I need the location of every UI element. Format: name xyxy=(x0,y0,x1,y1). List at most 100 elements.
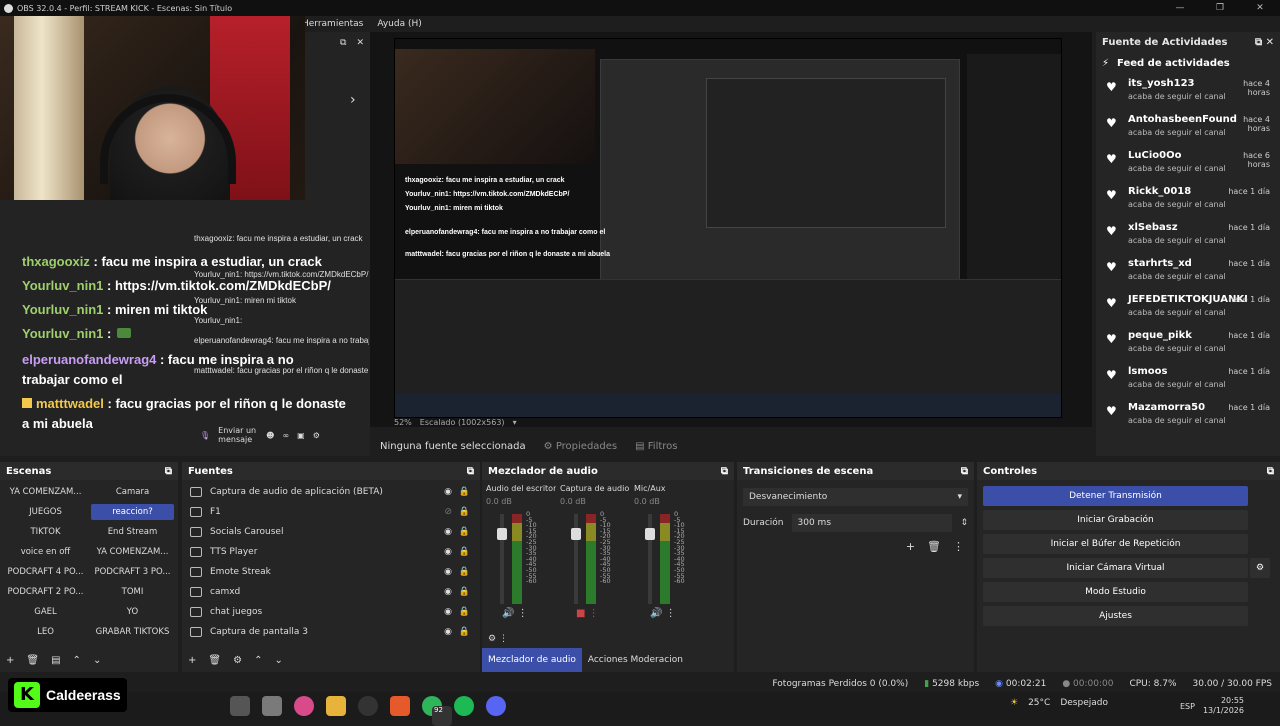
virtual-camera-button[interactable]: Iniciar Cámara Virtual ⚙ xyxy=(983,558,1270,578)
chevron-down-icon[interactable]: ⌄ xyxy=(274,655,282,666)
properties-button[interactable]: ⚙ Propiedades xyxy=(544,441,617,452)
scene-item[interactable]: JUEGOS xyxy=(4,504,87,520)
spotify-icon[interactable] xyxy=(454,696,474,716)
source-item[interactable]: Emote Streak ◉ 🔒 xyxy=(182,562,480,582)
scene-item[interactable]: End Stream xyxy=(91,524,174,540)
scene-item[interactable]: YA COMENZAM... xyxy=(91,544,174,560)
language[interactable]: ESP xyxy=(1180,702,1195,711)
source-item[interactable]: F1 ⊘ 🔒 xyxy=(182,502,480,522)
tab-mixer[interactable]: Mezclador de audio xyxy=(482,648,582,672)
trash-icon[interactable]: 🗑 xyxy=(208,655,221,666)
stop-stream-button[interactable]: Detener Transmisión xyxy=(983,486,1248,506)
brave-icon[interactable] xyxy=(390,696,410,716)
app-icon[interactable] xyxy=(294,696,314,716)
chevron-up-icon[interactable]: ⌃ xyxy=(254,655,262,666)
lock-icon[interactable]: 🔒 xyxy=(459,547,470,557)
gear-icon[interactable]: ⚙ xyxy=(488,634,496,644)
scene-item[interactable]: Camara xyxy=(91,484,174,500)
source-item[interactable]: chat juegos ◉ 🔒 xyxy=(182,602,480,622)
gift-icon[interactable]: ▣ xyxy=(297,431,305,440)
scene-item[interactable]: reaccion? xyxy=(91,504,174,520)
obs-icon[interactable] xyxy=(358,696,378,716)
whatsapp-icon[interactable]: 92 xyxy=(422,696,452,726)
chat-input[interactable]: Enviar un mensaje xyxy=(218,426,258,444)
dock-float-icon[interactable]: ⧉ xyxy=(721,466,728,477)
settings-icon[interactable]: ⚙ xyxy=(313,431,320,440)
source-item[interactable]: camxd ◉ 🔒 xyxy=(182,582,480,602)
lock-icon[interactable]: 🔒 xyxy=(459,487,470,497)
source-item[interactable]: Socials Carousel ◉ 🔒 xyxy=(182,522,480,542)
close-button[interactable]: ✕ xyxy=(1240,0,1280,16)
dock-float-icon[interactable]: ⧉ xyxy=(961,466,968,477)
filter-icon[interactable]: ▤ xyxy=(51,655,60,666)
dock-float-icon[interactable]: ⧉ xyxy=(1267,466,1274,477)
transition-select[interactable]: Desvanecimiento ▾ xyxy=(743,488,968,506)
dock-float-icon[interactable]: ⧉ xyxy=(467,466,474,477)
float-close-icons[interactable]: ⧉ ✕ xyxy=(1255,37,1274,48)
gear-icon[interactable]: ⚙ xyxy=(1250,558,1270,578)
menu-tools[interactable]: Herramientas xyxy=(302,19,363,29)
eye-icon[interactable]: ◉ xyxy=(444,547,452,557)
chevron-up-icon[interactable]: ⌃ xyxy=(73,655,81,666)
source-item[interactable]: Captura de audio de aplicación (BETA) ◉ 🔒 xyxy=(182,482,480,502)
lock-icon[interactable]: 🔒 xyxy=(459,527,470,537)
lock-icon[interactable]: 🔒 xyxy=(459,507,470,517)
more-icon[interactable]: ⋮ xyxy=(499,634,508,644)
spin-icon[interactable]: ⇕ xyxy=(960,518,968,528)
fader-knob[interactable] xyxy=(497,528,507,540)
clock[interactable]: 20:55 13/1/2026 xyxy=(1203,696,1244,716)
menu-help[interactable]: Ayuda (H) xyxy=(377,19,421,29)
scene-item[interactable]: TOMI xyxy=(91,584,174,600)
lock-icon[interactable]: 🔒 xyxy=(459,627,470,637)
fader-knob[interactable] xyxy=(645,528,655,540)
scene-item[interactable]: voice en off xyxy=(4,544,87,560)
close-dock-icon[interactable]: ✕ xyxy=(356,38,364,48)
eye-icon[interactable]: ◉ xyxy=(444,587,452,597)
scene-item[interactable]: GAEL xyxy=(4,604,87,620)
speaker-icon[interactable]: 🔊 ⋮ xyxy=(650,608,676,619)
mic-icon[interactable]: 🎙 xyxy=(200,431,210,440)
emoji-icon[interactable]: ☻ xyxy=(266,431,274,440)
weather[interactable]: ☀ 25°C Despejado xyxy=(1010,698,1108,708)
source-item[interactable]: Captura de pantalla 3 ◉ 🔒 xyxy=(182,622,480,642)
speaker-icon[interactable]: 🔊 ⋮ xyxy=(502,608,528,619)
trash-icon[interactable]: 🗑 xyxy=(927,540,941,553)
trash-icon[interactable]: 🗑 xyxy=(26,655,39,666)
store-icon[interactable] xyxy=(262,696,282,716)
eye-icon[interactable]: ◉ xyxy=(444,627,452,637)
eye-icon[interactable]: ◉ xyxy=(444,527,452,537)
studio-mode-button[interactable]: Modo Estudio xyxy=(983,582,1248,602)
scene-item[interactable]: YO xyxy=(91,604,174,620)
float-icon[interactable]: ⧉ xyxy=(340,38,346,48)
start-recording-button[interactable]: Iniciar Grabación xyxy=(983,510,1248,530)
explorer-icon[interactable] xyxy=(326,696,346,716)
task-view-icon[interactable] xyxy=(230,696,250,716)
settings-button[interactable]: Ajustes xyxy=(983,606,1248,626)
discord-icon[interactable] xyxy=(486,696,506,716)
duration-field[interactable]: 300 ms xyxy=(791,514,953,532)
scene-item[interactable]: PODCRAFT 2 PO... xyxy=(4,584,87,600)
scene-item[interactable]: PODCRAFT 4 PO... xyxy=(4,564,87,580)
dock-float-icon[interactable]: ⧉ xyxy=(165,466,172,477)
chevron-right-icon[interactable]: › xyxy=(350,92,356,108)
minimize-button[interactable]: — xyxy=(1160,0,1200,16)
fader-knob[interactable] xyxy=(571,528,581,540)
scene-item[interactable]: LEO xyxy=(4,624,87,640)
lock-icon[interactable]: 🔒 xyxy=(459,567,470,577)
filters-button[interactable]: ▤ Filtros xyxy=(635,441,677,452)
source-item[interactable]: TTS Player ◉ 🔒 xyxy=(182,542,480,562)
chevron-down-icon[interactable]: ▾ xyxy=(513,418,517,427)
volume-fader[interactable] xyxy=(645,514,655,604)
link-icon[interactable]: ∞ xyxy=(283,431,290,440)
volume-fader[interactable] xyxy=(571,514,581,604)
eye-icon[interactable]: ◉ xyxy=(444,487,452,497)
volume-fader[interactable] xyxy=(497,514,507,604)
muted-speaker-icon[interactable]: ■ ⋮ xyxy=(576,608,599,619)
scene-item[interactable]: TIKTOK xyxy=(4,524,87,540)
eye-icon[interactable]: ◉ xyxy=(444,567,452,577)
lock-icon[interactable]: 🔒 xyxy=(459,587,470,597)
eye-off-icon[interactable]: ⊘ xyxy=(444,507,452,517)
replay-buffer-button[interactable]: Iniciar el Búfer de Repetición xyxy=(983,534,1248,554)
gear-icon[interactable]: ⚙ xyxy=(233,655,242,666)
add-icon[interactable]: + xyxy=(6,655,14,666)
